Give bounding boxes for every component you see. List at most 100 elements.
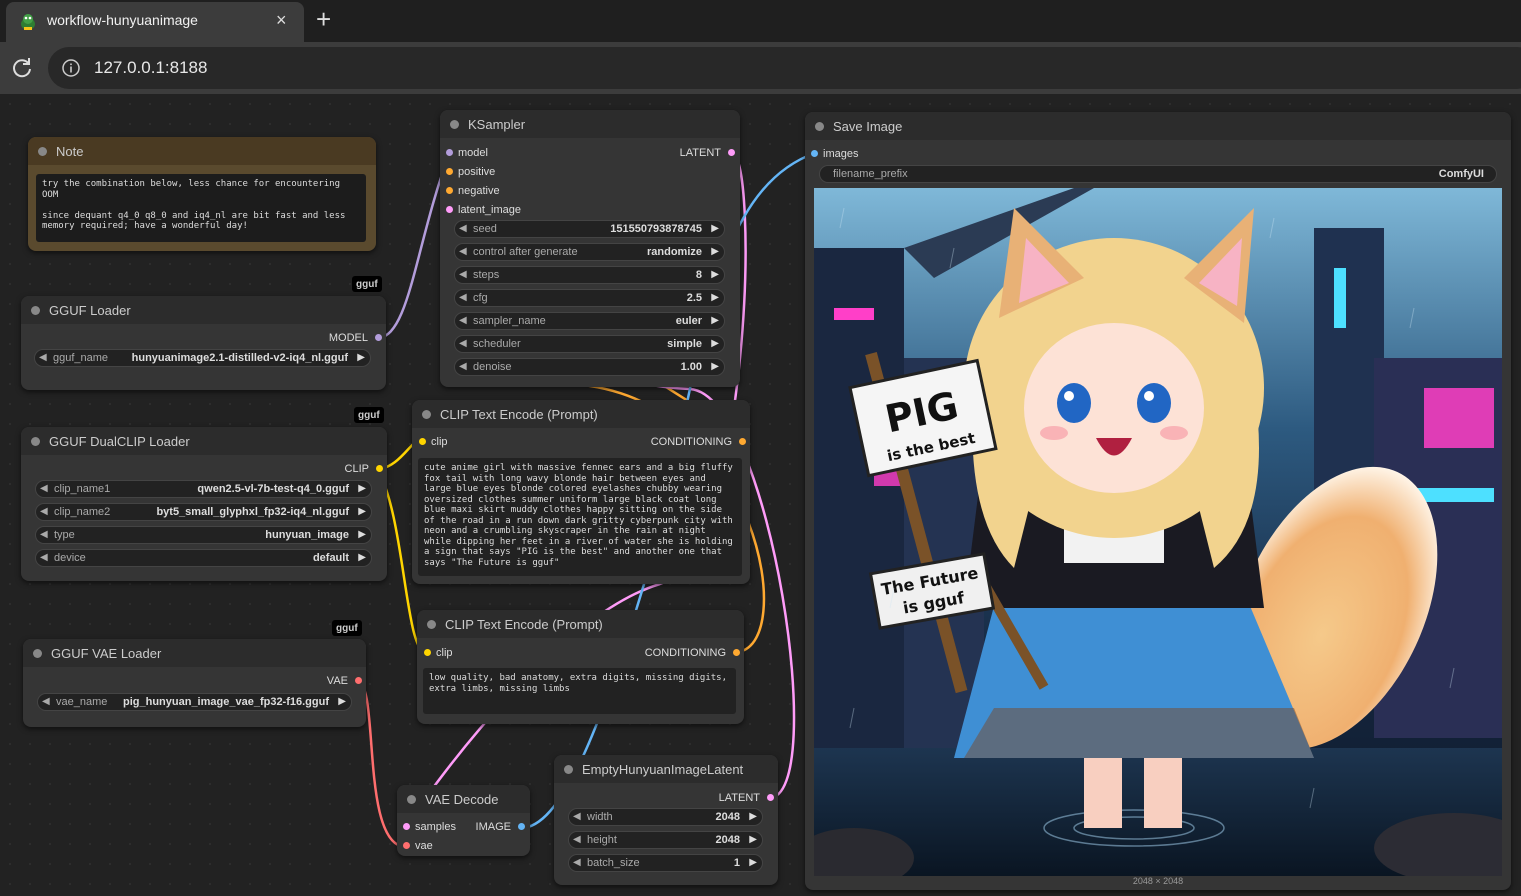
output-port[interactable]: [739, 438, 746, 445]
input-vae[interactable]: vae: [403, 840, 433, 852]
right-arrow-icon[interactable]: ▶: [358, 552, 366, 563]
width-number[interactable]: ◀ width 2048 ▶: [568, 808, 763, 826]
input-samples[interactable]: samples: [403, 821, 456, 833]
collapse-dot-icon[interactable]: [450, 120, 459, 129]
height-number[interactable]: ◀ height 2048 ▶: [568, 831, 763, 849]
site-info-icon[interactable]: [61, 58, 81, 78]
output-port[interactable]: [728, 149, 735, 156]
output-port[interactable]: [355, 677, 362, 684]
output-image[interactable]: IMAGE: [476, 821, 525, 833]
right-arrow-icon[interactable]: ▶: [358, 506, 366, 517]
url-field[interactable]: 127.0.0.1:8188: [48, 47, 1521, 89]
collapse-dot-icon[interactable]: [31, 306, 40, 315]
right-arrow-icon[interactable]: ▶: [749, 834, 757, 845]
control-after-generate-combo[interactable]: ◀ control after generate randomize ▶: [454, 243, 725, 261]
browser-tab[interactable]: workflow-hunyuanimage ×: [6, 2, 304, 42]
node-header[interactable]: GGUF VAE Loader: [23, 639, 366, 667]
input-clip[interactable]: clip: [424, 647, 453, 659]
save-image-node[interactable]: Save Image images filename_prefix ComfyU…: [805, 112, 1511, 890]
left-arrow-icon[interactable]: ◀: [459, 269, 467, 280]
output-latent[interactable]: LATENT: [680, 147, 735, 159]
left-arrow-icon[interactable]: ◀: [573, 857, 581, 868]
left-arrow-icon[interactable]: ◀: [573, 834, 581, 845]
right-arrow-icon[interactable]: ▶: [711, 246, 719, 257]
steps-number[interactable]: ◀ steps 8 ▶: [454, 266, 725, 284]
collapse-dot-icon[interactable]: [564, 765, 573, 774]
left-arrow-icon[interactable]: ◀: [459, 246, 467, 257]
device-combo[interactable]: ◀ device default ▶: [35, 549, 372, 567]
left-arrow-icon[interactable]: ◀: [40, 552, 48, 563]
note-header[interactable]: Note: [28, 137, 376, 165]
left-arrow-icon[interactable]: ◀: [40, 506, 48, 517]
left-arrow-icon[interactable]: ◀: [459, 338, 467, 349]
left-arrow-icon[interactable]: ◀: [39, 352, 47, 363]
dualclip-loader-node[interactable]: GGUF DualCLIP Loader CLIP ◀ clip_name1 q…: [21, 427, 387, 581]
left-arrow-icon[interactable]: ◀: [459, 292, 467, 303]
vae-decode-node[interactable]: VAE Decode samples vae IMAGE: [397, 785, 530, 856]
right-arrow-icon[interactable]: ▶: [711, 269, 719, 280]
output-port[interactable]: [767, 794, 774, 801]
vae-loader-node[interactable]: GGUF VAE Loader VAE ◀ vae_name pig_hunyu…: [23, 639, 366, 727]
seed-number[interactable]: ◀ seed 151550793878745 ▶: [454, 220, 725, 238]
prompt-textarea[interactable]: low quality, bad anatomy, extra digits, …: [423, 668, 736, 714]
node-header[interactable]: GGUF Loader: [21, 296, 386, 324]
node-header[interactable]: Save Image: [805, 112, 1511, 140]
batch-size-number[interactable]: ◀ batch_size 1 ▶: [568, 854, 763, 872]
input-port[interactable]: [403, 842, 410, 849]
output-port[interactable]: [376, 465, 383, 472]
tab-close-icon[interactable]: ×: [276, 10, 287, 30]
collapse-dot-icon[interactable]: [815, 122, 824, 131]
left-arrow-icon[interactable]: ◀: [459, 223, 467, 234]
reload-icon[interactable]: [9, 55, 35, 81]
node-header[interactable]: CLIP Text Encode (Prompt): [417, 610, 744, 638]
output-port[interactable]: [733, 649, 740, 656]
right-arrow-icon[interactable]: ▶: [749, 857, 757, 868]
output-latent[interactable]: LATENT: [719, 792, 774, 804]
sampler-name-combo[interactable]: ◀ sampler_name euler ▶: [454, 312, 725, 330]
left-arrow-icon[interactable]: ◀: [40, 483, 48, 494]
input-positive[interactable]: positive: [446, 166, 495, 178]
input-port[interactable]: [446, 206, 453, 213]
output-conditioning[interactable]: CONDITIONING: [651, 436, 746, 448]
collapse-dot-icon[interactable]: [33, 649, 42, 658]
output-model[interactable]: MODEL: [329, 332, 382, 344]
left-arrow-icon[interactable]: ◀: [459, 361, 467, 372]
input-port[interactable]: [403, 823, 410, 830]
node-header[interactable]: EmptyHunyuanImageLatent: [554, 755, 778, 783]
empty-hunyuan-latent-node[interactable]: EmptyHunyuanImageLatent LATENT ◀ width 2…: [554, 755, 778, 885]
output-port[interactable]: [518, 823, 525, 830]
collapse-dot-icon[interactable]: [31, 437, 40, 446]
gguf-name-combo[interactable]: ◀ gguf_name hunyuanimage2.1-distilled-v2…: [34, 349, 371, 367]
scheduler-combo[interactable]: ◀ scheduler simple ▶: [454, 335, 725, 353]
vae-name-combo[interactable]: ◀ vae_name pig_hunyuan_image_vae_fp32-f1…: [37, 693, 352, 711]
clip-name1-combo[interactable]: ◀ clip_name1 qwen2.5-vl-7b-test-q4_0.ggu…: [35, 480, 372, 498]
right-arrow-icon[interactable]: ▶: [711, 223, 719, 234]
prompt-textarea[interactable]: cute anime girl with massive fennec ears…: [418, 458, 742, 576]
right-arrow-icon[interactable]: ▶: [711, 361, 719, 372]
generated-image-preview[interactable]: PIG is the best The Future is gguf: [814, 188, 1502, 876]
input-images[interactable]: images: [811, 148, 858, 160]
right-arrow-icon[interactable]: ▶: [338, 696, 346, 707]
collapse-dot-icon[interactable]: [427, 620, 436, 629]
new-tab-icon[interactable]: +: [316, 6, 331, 32]
collapse-dot-icon[interactable]: [422, 410, 431, 419]
node-header[interactable]: VAE Decode: [397, 785, 530, 813]
clip-text-encode-negative-node[interactable]: CLIP Text Encode (Prompt) clip CONDITION…: [417, 610, 744, 724]
input-port[interactable]: [446, 187, 453, 194]
input-negative[interactable]: negative: [446, 185, 500, 197]
collapse-dot-icon[interactable]: [38, 147, 47, 156]
type-combo[interactable]: ◀ type hunyuan_image ▶: [35, 526, 372, 544]
note-node[interactable]: Note try the combination below, less cha…: [28, 137, 376, 251]
output-vae[interactable]: VAE: [327, 675, 362, 687]
input-clip[interactable]: clip: [419, 436, 448, 448]
left-arrow-icon[interactable]: ◀: [40, 529, 48, 540]
left-arrow-icon[interactable]: ◀: [459, 315, 467, 326]
ksampler-node[interactable]: KSampler model positive negative latent_…: [440, 110, 740, 387]
right-arrow-icon[interactable]: ▶: [357, 352, 365, 363]
right-arrow-icon[interactable]: ▶: [711, 338, 719, 349]
collapse-dot-icon[interactable]: [407, 795, 416, 804]
node-header[interactable]: KSampler: [440, 110, 740, 138]
input-model[interactable]: model: [446, 147, 488, 159]
right-arrow-icon[interactable]: ▶: [358, 529, 366, 540]
input-port[interactable]: [424, 649, 431, 656]
